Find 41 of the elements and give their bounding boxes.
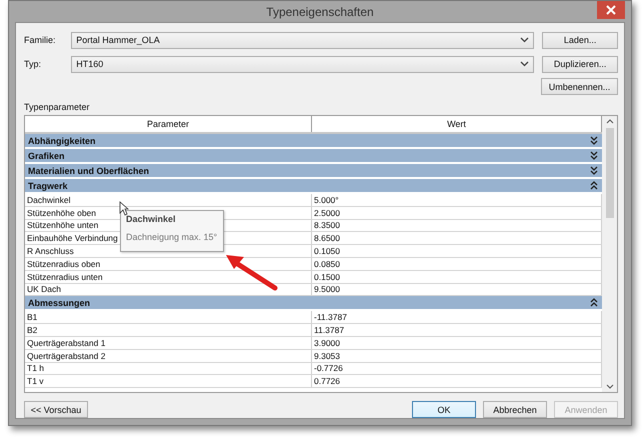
scrollbar-thumb[interactable] [606,128,614,218]
dropdown-field[interactable]: Portal Hammer_OLA [71,32,534,48]
window-title: Typeneigenschaften [266,4,374,18]
callout-arrow [223,252,279,292]
collapse-icon [590,181,598,190]
expand-icon [590,151,598,160]
column-header[interactable]: Parameter [25,116,312,132]
table-cell: UK Dach [25,284,312,296]
expand-icon [590,136,598,145]
cancel-button[interactable]: Abbrechen [483,401,547,418]
field-label: Familie: [24,35,57,45]
scrollbar[interactable] [602,116,617,392]
table-cell: B2 [25,324,312,336]
field-label: Typ: [24,59,42,69]
group-header[interactable]: Grafiken [25,149,602,162]
close-icon [606,5,616,15]
group-header[interactable]: Tragwerk [25,179,602,192]
collapse-icon [590,298,598,308]
table-cell: Querträgerabstand 1 [25,336,312,349]
expand-icon [590,166,598,175]
table-cell: Stützenradius unten [25,270,312,283]
duplicate-button[interactable]: Duplizieren... [542,56,618,72]
scroll-up-icon [606,119,614,124]
chevron-down-icon [520,37,530,43]
group-header[interactable]: Materialien und Oberflächen [25,164,602,177]
section-label: Typenparameter [24,102,91,113]
group-header[interactable]: Abmessungen [25,296,602,310]
table-cell: T1 h [25,362,312,374]
preview-button[interactable]: << Vorschau [24,401,88,418]
table-cell: T1 v [25,375,312,388]
scroll-down-icon [606,384,614,389]
table-cell: B1 [25,311,312,324]
group-header[interactable]: Abhängigkeiten [25,134,602,147]
rename-button[interactable]: Umbenennen... [541,78,618,95]
table-cell: Querträgerabstand 2 [25,350,312,362]
chevron-down-icon [520,61,530,67]
ok-button[interactable]: OK [412,401,476,418]
tooltip-text: Dachneigung max. 15° [126,232,218,242]
close-button[interactable] [597,1,625,19]
dropdown-field[interactable]: HT160 [71,56,534,72]
load-button[interactable]: Laden... [542,32,618,48]
